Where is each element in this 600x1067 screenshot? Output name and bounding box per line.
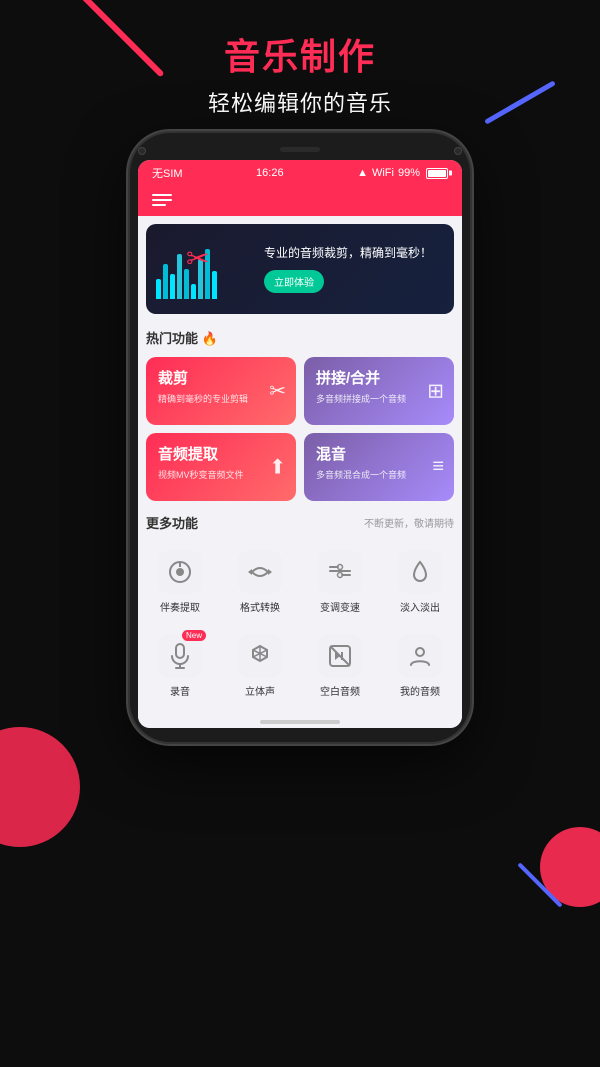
- phone-speaker: [280, 147, 320, 152]
- eq-bar: [156, 279, 161, 299]
- front-camera: [138, 147, 146, 155]
- more-item-fade[interactable]: 淡入淡出: [382, 542, 458, 622]
- hamburger-line-1: [152, 194, 172, 196]
- page-subtitle: 轻松编辑你的音乐: [0, 86, 600, 118]
- pitch-icon-wrap: [318, 550, 362, 594]
- hot-card-mix-label: 混音: [316, 443, 442, 464]
- hot-section: 热门功能 🔥: [138, 322, 462, 357]
- page-header: 音乐制作 轻松编辑你的音乐: [0, 0, 600, 133]
- phone-frame: 无SIM 16:26 ▲ WiFi 99%: [130, 133, 470, 742]
- home-bar: [260, 720, 340, 724]
- merge-icon: ⊞: [427, 379, 444, 404]
- record-icon: [169, 643, 191, 669]
- stereo-icon-wrap: [238, 634, 282, 678]
- carrier-label: 无SIM: [152, 165, 183, 181]
- record-icon-wrap: New: [158, 634, 202, 678]
- more-header-row: 更多功能 不断更新，敬请期待: [146, 513, 454, 532]
- sensor: [454, 147, 462, 155]
- more-item-pitch[interactable]: 变调变速: [302, 542, 378, 622]
- banner: ✂ 专业的音频裁剪，精确到毫秒！ 立即体验: [146, 224, 454, 314]
- eq-bar: [191, 284, 196, 299]
- format-label: 格式转换: [240, 599, 280, 614]
- phone-camera-area: [138, 147, 462, 158]
- stereo-label: 立体声: [245, 683, 275, 698]
- banner-text: 专业的音频裁剪，精确到毫秒！ 立即体验: [256, 245, 444, 293]
- accompany-icon-wrap: [158, 550, 202, 594]
- stereo-icon: [247, 643, 273, 669]
- accompany-label: 伴奏提取: [160, 599, 200, 614]
- hot-card-crop[interactable]: 裁剪 精确到毫秒的专业剪辑 ✂: [146, 357, 296, 425]
- phone-home-area: [138, 712, 462, 728]
- app-header: [138, 186, 462, 216]
- wifi-icon: WiFi: [372, 167, 394, 179]
- banner-button[interactable]: 立即体验: [264, 270, 324, 293]
- pitch-label: 变调变速: [320, 599, 360, 614]
- hot-section-title: 热门功能 🔥: [146, 328, 218, 347]
- battery-icon: [426, 168, 448, 179]
- hot-card-merge-desc: 多音频拼接成一个音频: [316, 392, 442, 405]
- banner-visual: ✂: [156, 234, 256, 304]
- extract-icon: ⬆: [269, 455, 286, 480]
- hot-card-merge[interactable]: 拼接/合并 多音频拼接成一个音频 ⊞: [304, 357, 454, 425]
- hot-features-grid: 裁剪 精确到毫秒的专业剪辑 ✂ 拼接/合并 多音频拼接成一个音频 ⊞ 音频提取 …: [138, 357, 462, 507]
- format-icon: [247, 559, 273, 585]
- more-item-stereo[interactable]: 立体声: [222, 626, 298, 706]
- fade-icon: [407, 559, 433, 585]
- new-badge: New: [182, 630, 206, 641]
- more-item-accompany[interactable]: 伴奏提取: [142, 542, 218, 622]
- deco-circle-1: [0, 727, 80, 847]
- hot-card-mix[interactable]: 混音 多音频混合成一个音频 ≡: [304, 433, 454, 501]
- eq-bar: [177, 254, 182, 299]
- phone-screen: 无SIM 16:26 ▲ WiFi 99%: [138, 160, 462, 728]
- more-item-myaudio[interactable]: 我的音频: [382, 626, 458, 706]
- more-section-subtitle: 不断更新，敬请期待: [364, 515, 454, 530]
- silence-icon-wrap: [318, 634, 362, 678]
- more-section-header: 更多功能 不断更新，敬请期待: [138, 507, 462, 542]
- hamburger-line-2: [152, 199, 172, 201]
- battery-fill: [428, 170, 446, 177]
- more-features-grid: 伴奏提取 格式转换: [138, 542, 462, 712]
- silence-label: 空白音频: [320, 683, 360, 698]
- silence-icon: [327, 643, 353, 669]
- crop-icon: ✂: [269, 379, 286, 404]
- myaudio-icon: [407, 643, 433, 669]
- deco-circle-2: [540, 827, 600, 907]
- page-title: 音乐制作: [0, 28, 600, 80]
- battery-percent: 99%: [398, 167, 420, 179]
- status-right: ▲ WiFi 99%: [357, 167, 448, 179]
- hot-card-extract[interactable]: 音频提取 视频MV秒变音频文件 ⬆: [146, 433, 296, 501]
- hot-section-header: 热门功能 🔥: [146, 328, 454, 347]
- deco-line-3: [517, 862, 562, 907]
- fade-label: 淡入淡出: [400, 599, 440, 614]
- myaudio-icon-wrap: [398, 634, 442, 678]
- more-section-title: 更多功能: [146, 513, 198, 532]
- more-item-silence[interactable]: 空白音频: [302, 626, 378, 706]
- eq-bar: [212, 271, 217, 299]
- time-label: 16:26: [256, 167, 284, 179]
- hot-card-mix-desc: 多音频混合成一个音频: [316, 468, 442, 481]
- fade-icon-wrap: [398, 550, 442, 594]
- eq-bar: [170, 274, 175, 299]
- status-bar: 无SIM 16:26 ▲ WiFi 99%: [138, 160, 462, 186]
- hot-card-merge-label: 拼接/合并: [316, 367, 442, 388]
- mix-icon: ≡: [432, 456, 444, 479]
- more-item-record[interactable]: New 录音: [142, 626, 218, 706]
- eq-bar: [163, 264, 168, 299]
- hamburger-line-3: [152, 204, 166, 206]
- record-label: 录音: [170, 683, 190, 698]
- hot-card-extract-label: 音频提取: [158, 443, 284, 464]
- scissors-icon: ✂: [186, 242, 209, 275]
- menu-button[interactable]: [152, 194, 172, 206]
- format-icon-wrap: [238, 550, 282, 594]
- banner-title: 专业的音频裁剪，精确到毫秒！: [264, 245, 444, 262]
- signal-icon: ▲: [357, 167, 368, 179]
- hot-card-extract-desc: 视频MV秒变音频文件: [158, 468, 284, 481]
- pitch-icon: [327, 559, 353, 585]
- accompany-icon: [167, 559, 193, 585]
- hot-card-crop-label: 裁剪: [158, 367, 284, 388]
- myaudio-label: 我的音频: [400, 683, 440, 698]
- hot-card-crop-desc: 精确到毫秒的专业剪辑: [158, 392, 284, 405]
- more-item-format[interactable]: 格式转换: [222, 542, 298, 622]
